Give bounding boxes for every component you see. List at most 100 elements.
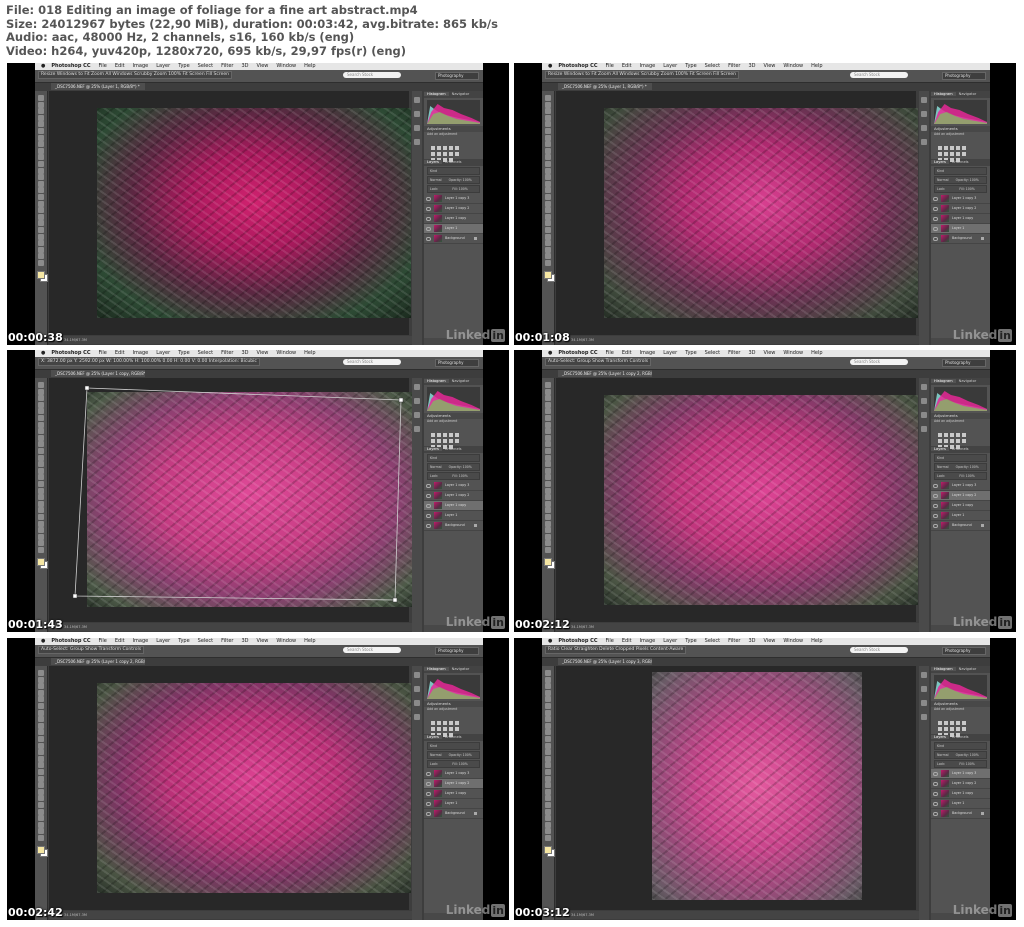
- tab-navigator[interactable]: Navigator: [449, 379, 473, 383]
- dock-icon[interactable]: [921, 700, 927, 706]
- menu-item[interactable]: Layer: [663, 638, 677, 644]
- tool-icon[interactable]: [545, 415, 551, 421]
- dock-icon[interactable]: [414, 111, 420, 117]
- menu-item[interactable]: Image: [133, 63, 149, 69]
- menu-item[interactable]: Type: [178, 63, 189, 69]
- visibility-eye-icon[interactable]: [426, 207, 431, 211]
- opacity-field[interactable]: Opacity: 100%: [449, 465, 472, 469]
- tool-icon[interactable]: [38, 474, 44, 481]
- menu-item[interactable]: Layer: [663, 63, 677, 69]
- tool-options[interactable]: Resize Windows to Fit Zoom All Windows S…: [545, 70, 740, 79]
- tool-icon[interactable]: [38, 481, 44, 487]
- menu-item[interactable]: Image: [640, 350, 656, 356]
- tool-icon[interactable]: [38, 461, 44, 468]
- tool-icon[interactable]: [545, 141, 551, 148]
- layer-row[interactable]: Layer 1 copy 3: [931, 769, 990, 779]
- layer-row[interactable]: Layer 1 copy 2: [931, 204, 990, 214]
- tab-histogram[interactable]: Histogram: [931, 92, 956, 96]
- visibility-eye-icon[interactable]: [933, 207, 938, 211]
- dock-icon[interactable]: [921, 412, 927, 418]
- menu-item[interactable]: View: [764, 638, 776, 644]
- tool-icon[interactable]: [38, 709, 44, 716]
- visibility-eye-icon[interactable]: [933, 772, 938, 776]
- tool-icon[interactable]: [545, 213, 551, 220]
- tool-options[interactable]: Auto-Select: Group Show Transform Contro…: [38, 645, 145, 654]
- adjustment-icon[interactable]: [962, 151, 966, 156]
- layer-row[interactable]: Background: [931, 234, 990, 244]
- tab-histogram[interactable]: Histogram: [424, 92, 449, 96]
- tool-icon[interactable]: [545, 161, 551, 167]
- tool-icon[interactable]: [545, 240, 551, 247]
- tool-icon[interactable]: [545, 167, 551, 174]
- search-stock-input[interactable]: Search Stock: [850, 647, 908, 653]
- tool-icon[interactable]: [38, 716, 44, 723]
- app-name-menu[interactable]: Photoshop CC: [51, 63, 90, 69]
- tool-icon[interactable]: [38, 736, 44, 742]
- menu-item[interactable]: 3D: [749, 63, 756, 69]
- visibility-eye-icon[interactable]: [426, 484, 431, 488]
- tool-icon[interactable]: [38, 507, 44, 514]
- adjustment-icon[interactable]: [962, 726, 966, 731]
- layer-row[interactable]: Layer 1 copy 2: [931, 491, 990, 501]
- foreground-color-swatch[interactable]: [544, 846, 552, 854]
- menu-item[interactable]: Help: [811, 638, 822, 644]
- tab-layers[interactable]: Layers: [931, 447, 949, 451]
- menu-item[interactable]: Window: [783, 63, 803, 69]
- tab-histogram[interactable]: Histogram: [424, 667, 449, 671]
- layer-row[interactable]: Layer 1 copy 3: [931, 481, 990, 491]
- dock-icon[interactable]: [414, 700, 420, 706]
- visibility-eye-icon[interactable]: [933, 524, 938, 528]
- tool-icon[interactable]: [545, 388, 551, 395]
- tab-layers[interactable]: Layers: [931, 735, 949, 739]
- menu-item[interactable]: View: [764, 350, 776, 356]
- fill-field[interactable]: Fill: 100%: [959, 187, 974, 191]
- dock-icon[interactable]: [921, 426, 927, 432]
- tab-layers[interactable]: Layers: [424, 160, 442, 164]
- menu-item[interactable]: Image: [640, 63, 656, 69]
- menu-item[interactable]: 3D: [242, 63, 249, 69]
- tool-icon[interactable]: [545, 200, 551, 207]
- visibility-eye-icon[interactable]: [426, 504, 431, 508]
- visibility-eye-icon[interactable]: [933, 782, 938, 786]
- tool-icon[interactable]: [545, 108, 551, 115]
- tool-options[interactable]: Ratio Clear Straighten Delete Cropped Pi…: [545, 645, 687, 654]
- tool-icon[interactable]: [38, 246, 44, 253]
- tool-icon[interactable]: [38, 676, 44, 683]
- menu-item[interactable]: 3D: [242, 350, 249, 356]
- tool-icon[interactable]: [545, 121, 551, 128]
- menu-item[interactable]: Image: [133, 350, 149, 356]
- blend-mode-select[interactable]: Normal: [937, 465, 949, 469]
- layer-row[interactable]: Layer 1: [931, 224, 990, 234]
- tool-icon[interactable]: [38, 180, 44, 187]
- tool-icon[interactable]: [545, 683, 551, 690]
- tool-icon[interactable]: [545, 507, 551, 514]
- dock-icon[interactable]: [921, 672, 927, 678]
- tool-icon[interactable]: [38, 808, 44, 815]
- tool-icon[interactable]: [38, 227, 44, 233]
- tool-icon[interactable]: [545, 736, 551, 742]
- tool-icon[interactable]: [38, 775, 44, 782]
- tool-icon[interactable]: [38, 494, 44, 501]
- opacity-field[interactable]: Opacity: 100%: [956, 753, 979, 757]
- menu-item[interactable]: Type: [685, 350, 696, 356]
- menu-item[interactable]: Layer: [156, 350, 170, 356]
- foreground-color-swatch[interactable]: [37, 846, 45, 854]
- visibility-eye-icon[interactable]: [426, 772, 431, 776]
- tool-icon[interactable]: [545, 207, 551, 214]
- tab-layers[interactable]: Layers: [931, 160, 949, 164]
- layer-row[interactable]: Background: [931, 809, 990, 819]
- document-tab[interactable]: _DSC7506.NEF @ 25% (Layer 1 copy 2, RGB/…: [51, 658, 145, 665]
- visibility-eye-icon[interactable]: [426, 197, 431, 201]
- visibility-eye-icon[interactable]: [933, 484, 938, 488]
- tool-icon[interactable]: [38, 670, 44, 676]
- tool-icon[interactable]: [545, 260, 551, 266]
- dock-icon[interactable]: [921, 384, 927, 390]
- layer-row[interactable]: Layer 1 copy 3: [931, 194, 990, 204]
- tool-options[interactable]: Resize Windows to Fit Zoom All Windows S…: [38, 70, 233, 79]
- tab-channels[interactable]: Channels: [442, 735, 465, 739]
- tool-icon[interactable]: [38, 108, 44, 115]
- layer-row[interactable]: Layer 1 copy 3: [424, 481, 483, 491]
- app-name-menu[interactable]: Photoshop CC: [51, 350, 90, 356]
- visibility-eye-icon[interactable]: [426, 237, 431, 241]
- tool-options[interactable]: X: 3872.00 px Y: 2592.00 px W: 100.00% H…: [38, 357, 260, 366]
